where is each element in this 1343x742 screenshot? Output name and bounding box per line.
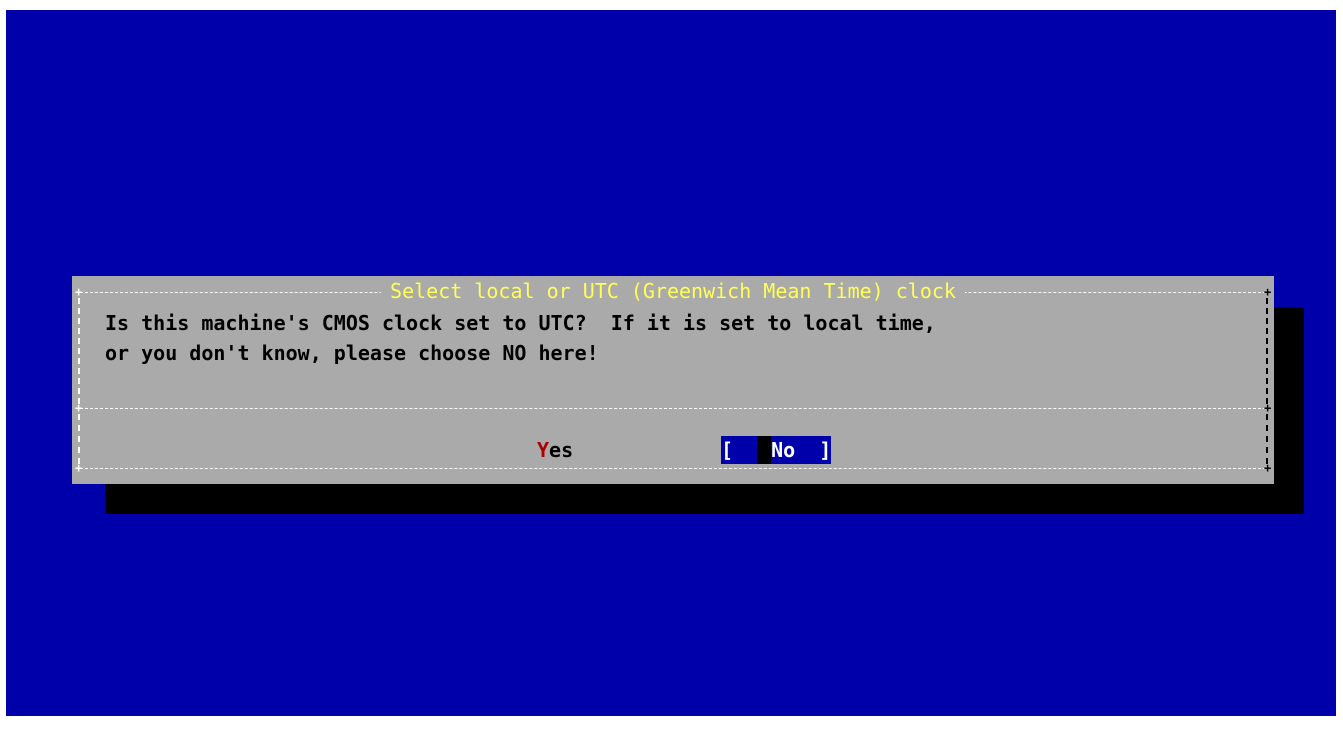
yes-button[interactable]: Yes <box>537 436 573 464</box>
corner-mid-right: + <box>1264 401 1272 415</box>
button-separator <box>80 408 1266 409</box>
button-area-left-border <box>78 414 80 464</box>
no-hotkey: N <box>771 436 784 464</box>
button-area-right-border <box>1266 414 1268 464</box>
dialog-bottom-border <box>80 468 1266 469</box>
text-cursor <box>757 436 772 464</box>
no-bracket-open: [ <box>721 436 758 464</box>
message-line-1: Is this machine's CMOS clock set to UTC?… <box>105 311 936 335</box>
dialog-message: Is this machine's CMOS clock set to UTC?… <box>105 308 936 368</box>
corner-mid-left: + <box>75 401 83 415</box>
dialog-title-bar: Select local or UTC (Greenwich Mean Time… <box>72 279 1274 303</box>
message-line-2: or you don't know, please choose NO here… <box>105 341 599 365</box>
dialog-right-border <box>1266 298 1268 404</box>
console-screen: + + + + + + Select local or UTC (Greenwi… <box>6 10 1336 716</box>
corner-bottom-right: + <box>1264 461 1272 475</box>
no-button[interactable]: [ No ] <box>721 436 832 464</box>
yes-label-rest: es <box>549 438 574 462</box>
yes-hotkey: Y <box>537 438 550 462</box>
corner-bottom-left: + <box>75 461 83 475</box>
no-label-rest: o ] <box>783 436 832 464</box>
dialog-left-border <box>78 298 80 404</box>
dialog-title: Select local or UTC (Greenwich Mean Time… <box>381 279 965 303</box>
utc-clock-dialog: + + + + + + Select local or UTC (Greenwi… <box>72 276 1274 484</box>
